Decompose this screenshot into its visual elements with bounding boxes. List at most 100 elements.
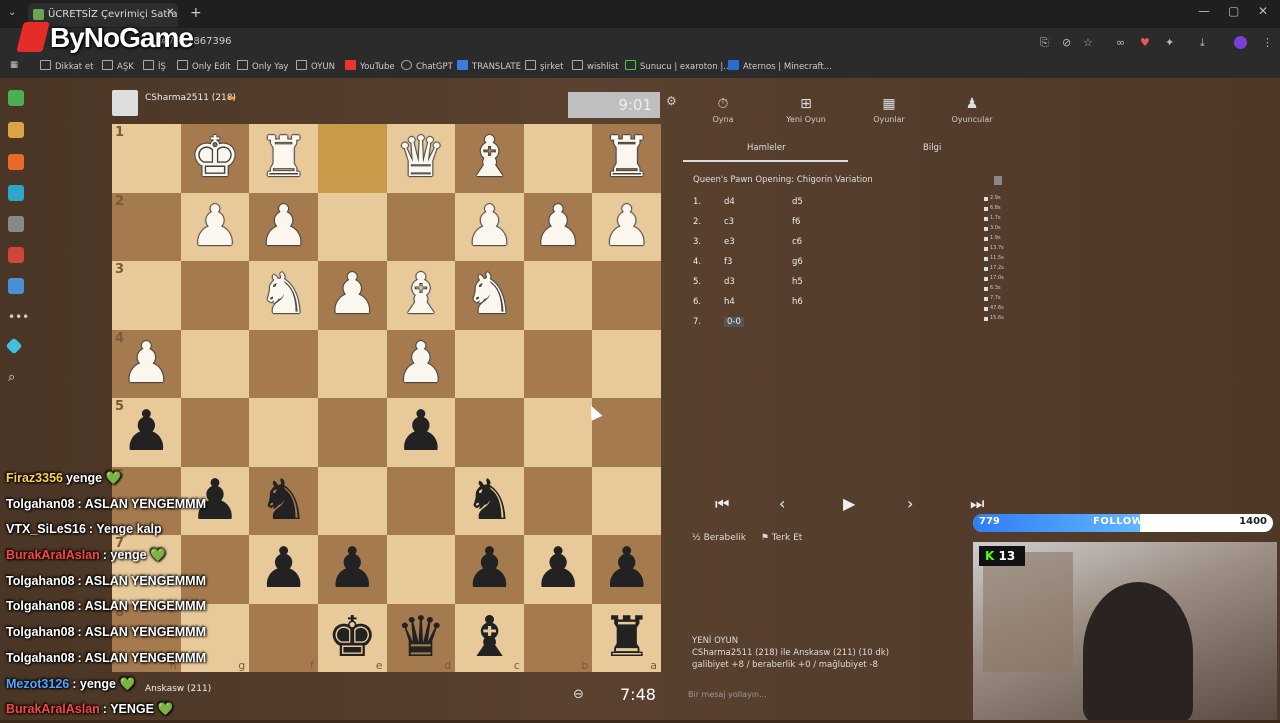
apps-icon[interactable]: ▦ [10, 60, 18, 70]
white-queen-piece[interactable]: ♛ [396, 130, 446, 186]
board-square[interactable] [386, 192, 456, 261]
resign-button[interactable]: ⚑ Terk Et [761, 533, 802, 543]
board-square[interactable]: 5 ♟ [112, 398, 181, 467]
board-square[interactable]: ♛ [386, 124, 456, 193]
white-pawn-piece[interactable]: ♟ [258, 198, 308, 255]
board-square[interactable]: ♞ [249, 466, 318, 535]
board-square[interactable] [386, 535, 456, 604]
play-icon[interactable]: ▶ [843, 494, 855, 513]
bookmark-5[interactable]: OYUN [296, 60, 335, 72]
board-square[interactable] [317, 329, 387, 398]
subtab-info[interactable]: Bilgi [923, 143, 941, 153]
play-icon[interactable] [8, 90, 24, 106]
search-icon[interactable]: ⌕ [8, 370, 24, 386]
opponent-name[interactable]: CSharma2511 (218) [145, 93, 236, 103]
board-square[interactable]: ♟ [180, 192, 250, 261]
white-knight-piece[interactable]: ♞ [258, 267, 308, 323]
white-move[interactable]: c3 [724, 217, 734, 227]
board-square[interactable] [523, 466, 593, 535]
board-square[interactable] [386, 466, 456, 535]
white-move[interactable]: h4 [724, 297, 735, 307]
board-square[interactable]: ♞ [249, 261, 318, 330]
black-rook-piece[interactable]: ♜ [602, 609, 652, 666]
white-move[interactable]: d4 [724, 197, 735, 207]
learn-icon[interactable] [8, 185, 24, 201]
board-square[interactable]: ♟ [317, 535, 387, 604]
puzzle-icon[interactable] [8, 154, 24, 170]
white-knight-piece[interactable]: ♞ [464, 267, 514, 323]
subtab-moves[interactable]: Hamleler [747, 143, 786, 153]
board-square[interactable] [317, 192, 387, 261]
white-rook-piece[interactable]: ♜ [602, 130, 652, 186]
board-square[interactable] [592, 261, 661, 330]
eye-off-icon[interactable]: ⊘ [1062, 36, 1071, 49]
bookmark-0[interactable]: Dikkat et [40, 60, 93, 72]
window-close-icon[interactable]: ✕ [1258, 4, 1268, 18]
black-move[interactable]: d5 [792, 197, 803, 207]
board-square[interactable]: ♟ [249, 535, 318, 604]
bookmark-11[interactable]: Sunucu | exaroton |... [625, 60, 731, 72]
board-square[interactable] [523, 261, 593, 330]
board-square[interactable]: 3 [112, 261, 181, 330]
white-pawn-piece[interactable]: ♟ [533, 198, 583, 255]
bookmark-9[interactable]: şirket [525, 60, 563, 72]
tab-new-game[interactable]: ⊞ Yeni Oyun [766, 96, 846, 124]
more-icon[interactable]: ••• [8, 310, 29, 326]
black-knight-piece[interactable]: ♞ [464, 472, 514, 529]
white-pawn-piece[interactable]: ♟ [464, 198, 514, 255]
draw-button[interactable]: ½ Berabelik [692, 533, 746, 543]
board-square[interactable] [249, 329, 318, 398]
menu-icon[interactable]: ⋮ [1262, 36, 1273, 49]
white-pawn-piece[interactable]: ♟ [121, 335, 171, 392]
profile-avatar[interactable] [1234, 36, 1247, 49]
bookmark-12[interactable]: Aternos | Minecraft... [728, 60, 832, 72]
black-pawn-piece[interactable]: ♟ [464, 541, 514, 597]
board-square[interactable] [180, 329, 250, 398]
black-queen-piece[interactable]: ♛ [396, 609, 446, 666]
tab-games[interactable]: ▦ Oyunlar [849, 96, 929, 124]
white-king-piece[interactable]: ♚ [190, 130, 240, 186]
tab-list-icon[interactable]: ⌄ [8, 7, 16, 18]
white-bishop-piece[interactable]: ♝ [396, 267, 446, 323]
board-square[interactable]: ♚ [180, 124, 250, 193]
minimize-icon[interactable]: — [1198, 4, 1210, 18]
board-square[interactable]: ♞ [455, 466, 524, 535]
trash-icon[interactable] [994, 176, 1002, 185]
board-square[interactable] [523, 329, 593, 398]
download-icon[interactable]: ⤓ [1200, 36, 1205, 50]
bookmark-10[interactable]: wishlist [572, 60, 619, 72]
board-square[interactable]: a ♜ [592, 603, 661, 672]
tab-players[interactable]: ♟ Oyuncular [932, 96, 1012, 124]
white-bishop-piece[interactable]: ♝ [464, 130, 514, 186]
bookmark-3[interactable]: Only Edit [177, 60, 231, 72]
board-square[interactable] [523, 124, 593, 193]
board-square[interactable]: ♝ [455, 124, 524, 193]
black-move[interactable]: g6 [792, 257, 803, 267]
board-square[interactable]: ♟ [455, 535, 524, 604]
maximize-icon[interactable]: ▢ [1228, 4, 1239, 18]
pieces-icon[interactable] [8, 122, 24, 138]
tab-close-icon[interactable]: ✕ [166, 7, 174, 18]
white-pawn-piece[interactable]: ♟ [327, 267, 377, 323]
star-icon[interactable]: ☆ [1083, 36, 1093, 49]
board-square[interactable]: b [523, 603, 593, 672]
bookmark-8[interactable]: TRANSLATE [457, 60, 521, 72]
friends-icon[interactable] [8, 278, 24, 294]
white-move[interactable]: e3 [724, 237, 735, 247]
extension-icon[interactable]: ∞ [1116, 36, 1125, 49]
bookmark-6[interactable]: YouTube [345, 60, 395, 72]
board-square[interactable]: ♝ [386, 261, 456, 330]
premium-diamond-icon[interactable] [5, 337, 23, 355]
board-square[interactable]: c ♝ [455, 603, 524, 672]
board-square[interactable]: ♟ [592, 535, 661, 604]
next-move-icon[interactable]: › [907, 494, 913, 513]
board-square[interactable]: e ♚ [317, 603, 387, 672]
prev-move-icon[interactable]: ‹ [779, 494, 785, 513]
board-square[interactable] [592, 329, 661, 398]
board-square[interactable]: 4 ♟ [112, 329, 181, 398]
black-move[interactable]: h5 [792, 277, 803, 287]
board-square[interactable]: ♜ [249, 124, 318, 193]
black-knight-piece[interactable]: ♞ [258, 472, 308, 529]
black-pawn-piece[interactable]: ♟ [327, 541, 377, 597]
black-pawn-piece[interactable]: ♟ [533, 541, 583, 597]
